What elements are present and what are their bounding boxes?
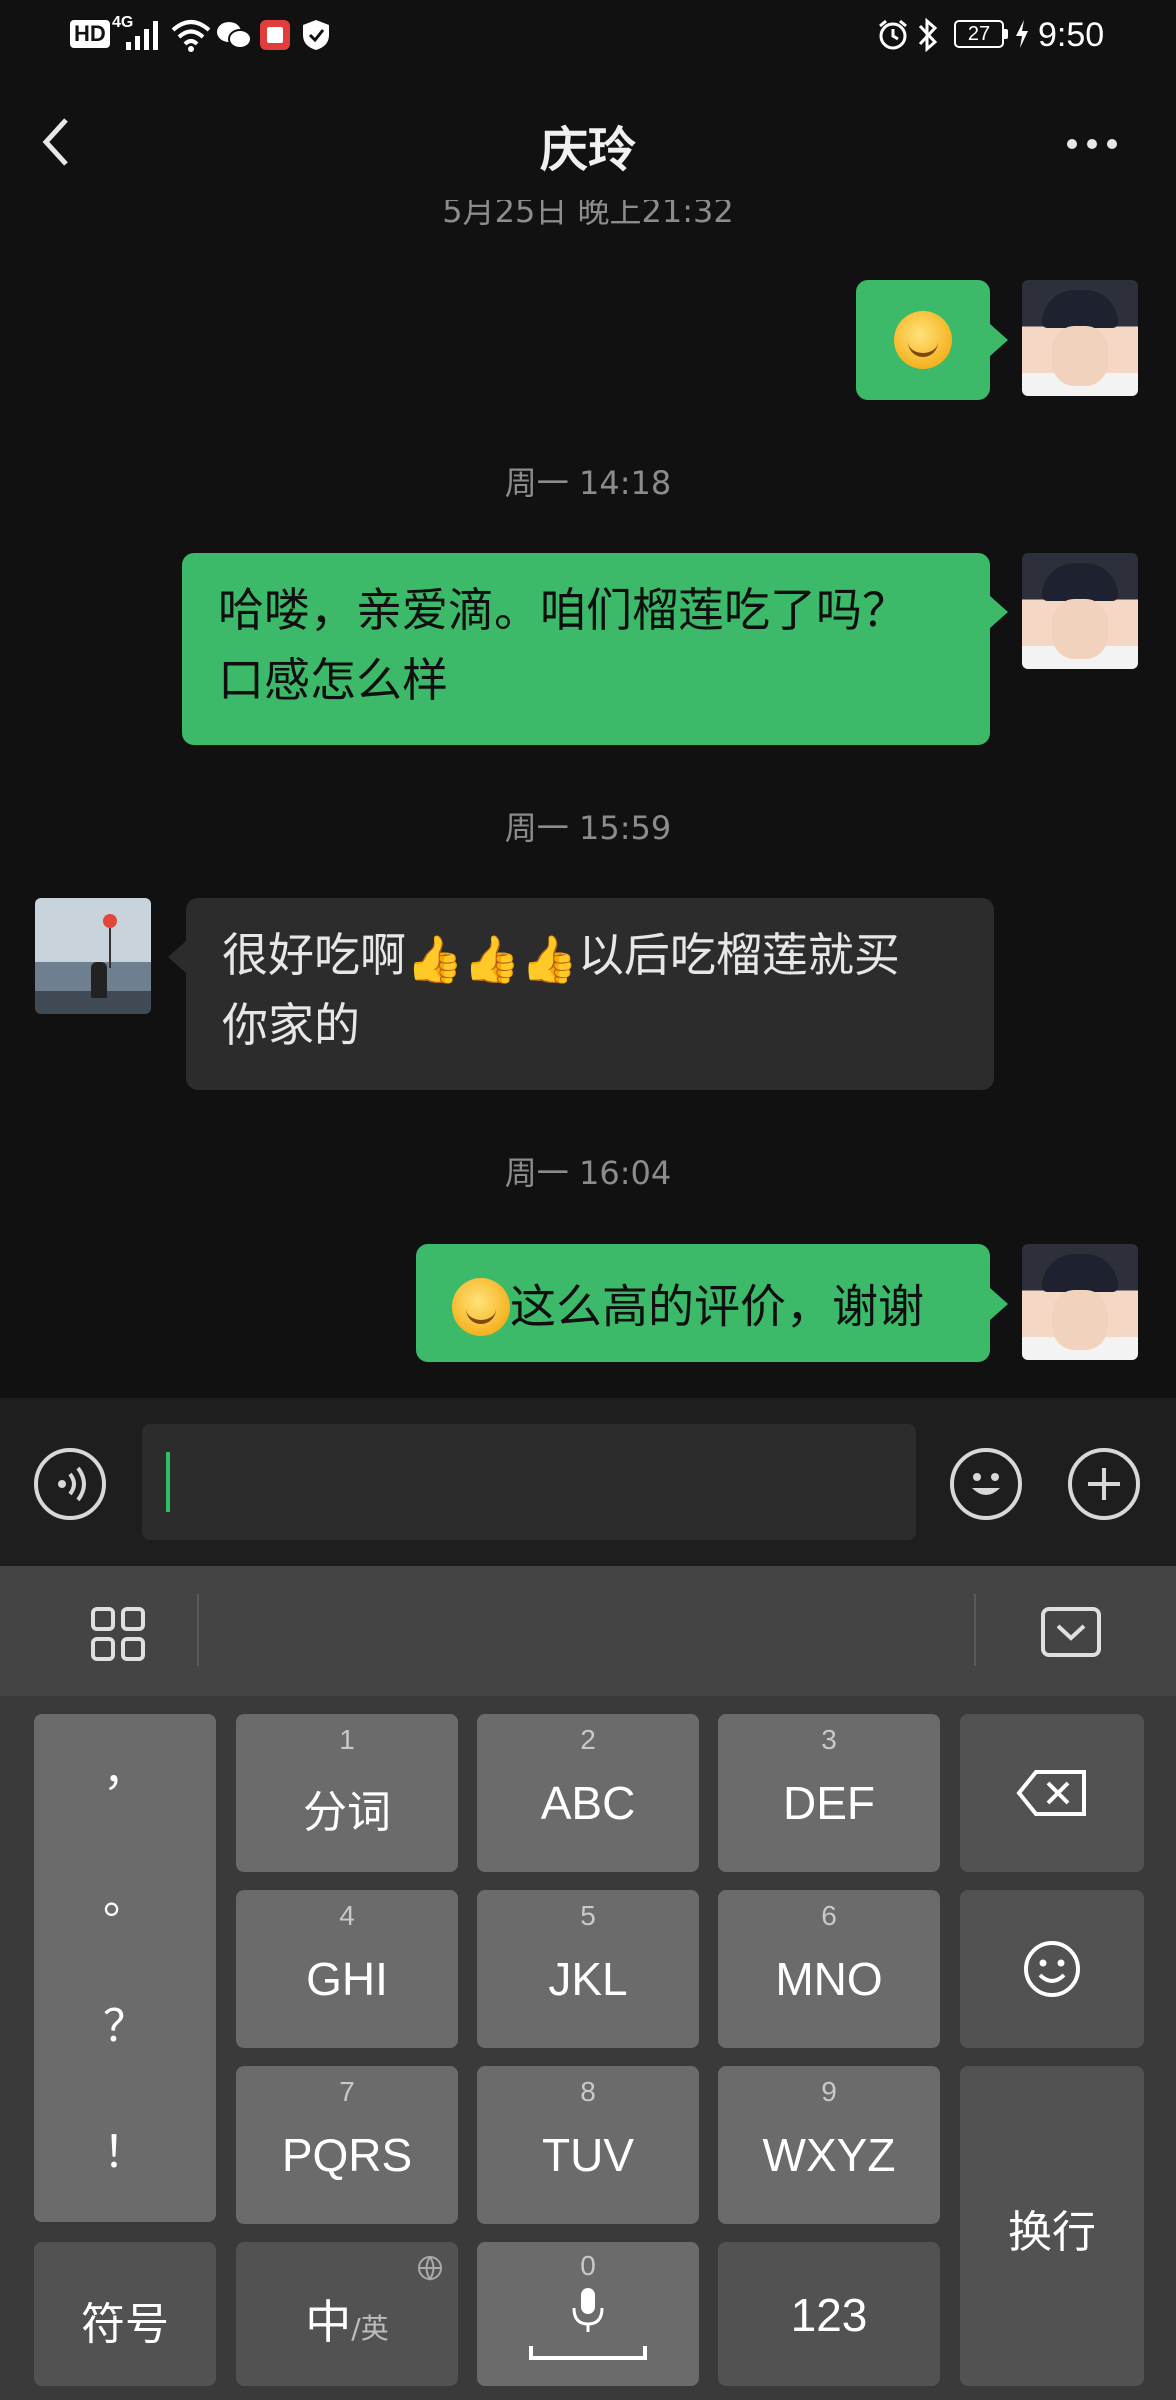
symbols-key[interactable]: 符号: [34, 2242, 216, 2386]
charging-icon: [1016, 20, 1028, 48]
punct-period[interactable]: 。: [34, 1862, 216, 1926]
enter-key[interactable]: 换行: [960, 2066, 1144, 2386]
shield-icon: [303, 20, 329, 50]
plus-icon: [1088, 1468, 1120, 1500]
space-bar-icon: [529, 2346, 647, 2360]
emoji-button[interactable]: [950, 1448, 1022, 1520]
timestamp: 周一 14:18: [504, 464, 672, 502]
message-text: 口感怎么样: [218, 653, 448, 707]
smile-emoji-icon: [452, 1277, 510, 1336]
lang-chinese: 中: [305, 2295, 352, 2349]
more-options-icon[interactable]: [1064, 132, 1120, 156]
voice-icon: [58, 1466, 86, 1502]
key-4[interactable]: 4 GHI: [236, 1890, 458, 2048]
key-1[interactable]: 1 分词: [236, 1714, 458, 1872]
lang-english: /英: [351, 2312, 389, 2345]
key-2[interactable]: 2 ABC: [477, 1714, 699, 1872]
my-avatar[interactable]: [1022, 553, 1138, 669]
wechat-icon: [217, 22, 252, 49]
punct-exclaim[interactable]: ！: [34, 2116, 216, 2180]
message-bubble[interactable]: 哈喽，亲爱滴。咱们榴莲吃了吗？ 口感怎么样: [182, 553, 990, 745]
key-5[interactable]: 5 JKL: [477, 1890, 699, 2048]
timestamp: 周一 16:04: [504, 1154, 672, 1192]
language-switch-key[interactable]: 中/英: [236, 2242, 458, 2386]
numbers-key[interactable]: 123: [718, 2242, 940, 2386]
thumbs-up-emoji-icon: 👍: [520, 931, 578, 986]
more-functions-button[interactable]: [1068, 1448, 1140, 1520]
punct-question[interactable]: ？: [34, 1990, 216, 2054]
message-text: 以后吃榴莲就买: [577, 928, 900, 982]
message-bubble[interactable]: 这么高的评价，谢谢: [416, 1244, 990, 1362]
key-9[interactable]: 9 WXYZ: [718, 2066, 940, 2224]
key-3[interactable]: 3 DEF: [718, 1714, 940, 1872]
input-bar: [0, 1398, 1176, 1566]
hide-keyboard-icon[interactable]: [1040, 1606, 1102, 1658]
smiley-icon: [1024, 1941, 1080, 1997]
my-avatar[interactable]: [1022, 1244, 1138, 1360]
battery-icon: 27: [954, 20, 1004, 48]
contact-avatar[interactable]: [35, 898, 151, 1014]
status-bar: HD 4G 27 9:50: [0, 0, 1176, 72]
message-input[interactable]: [142, 1424, 916, 1540]
timestamp: 周一 15:59: [504, 809, 672, 847]
thumbs-up-emoji-icon: 👍: [463, 931, 521, 986]
emoji-key[interactable]: [960, 1890, 1144, 2048]
text-cursor: [166, 1452, 170, 1512]
chat-title: 庆玲: [539, 122, 636, 178]
wifi-icon: [171, 20, 211, 52]
punct-comma[interactable]: ，: [34, 1734, 216, 1798]
voice-input-button[interactable]: [34, 1448, 106, 1520]
smile-emoji-icon: [894, 311, 952, 369]
message-text: 很好吃啊: [222, 928, 406, 982]
message-text: 你家的: [222, 998, 360, 1052]
key-6[interactable]: 6 MNO: [718, 1890, 940, 2048]
bluetooth-icon: [918, 17, 938, 53]
timestamp: 5月25日 晚上21:32: [442, 200, 734, 226]
microphone-icon: [572, 2288, 604, 2332]
key-8[interactable]: 8 TUV: [477, 2066, 699, 2224]
message-bubble[interactable]: 很好吃啊👍👍👍以后吃榴莲就买 你家的: [186, 898, 994, 1090]
grid-menu-icon[interactable]: [90, 1606, 146, 1662]
globe-icon: [418, 2256, 442, 2281]
punctuation-key[interactable]: ， 。 ？ ！: [34, 1714, 216, 2222]
keyboard-toolbar: [0, 1566, 1176, 1696]
thumbs-up-emoji-icon: 👍: [406, 931, 464, 986]
key-7[interactable]: 7 PQRS: [236, 2066, 458, 2224]
space-key[interactable]: 0: [477, 2242, 699, 2386]
my-avatar[interactable]: [1022, 280, 1138, 396]
clock: 9:50: [1038, 16, 1105, 54]
hd-icon: HD: [70, 20, 110, 48]
signal-icon: [126, 21, 158, 50]
message-bubble[interactable]: [856, 280, 990, 400]
message-text: 这么高的评价，谢谢: [510, 1279, 924, 1334]
battery-level: 27: [967, 23, 991, 45]
backspace-icon: [1016, 1770, 1086, 1816]
message-text: 哈喽，亲爱滴。咱们榴莲吃了吗？: [218, 583, 908, 637]
alarm-icon: [879, 19, 907, 50]
emoji-icon: [972, 1473, 1000, 1495]
book-app-icon: [260, 20, 290, 50]
backspace-key[interactable]: [960, 1714, 1144, 1872]
